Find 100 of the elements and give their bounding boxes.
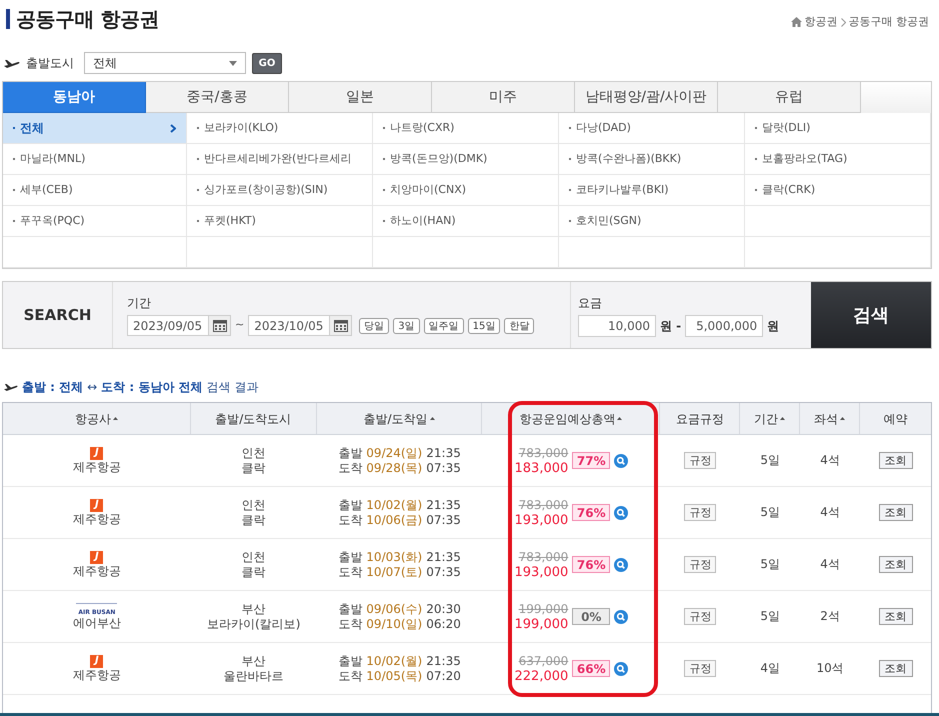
sale-price: 222,000 xyxy=(514,668,568,684)
search-button[interactable]: 검색 xyxy=(811,282,931,348)
column-header[interactable]: 출발/도착일 xyxy=(364,410,428,428)
breadcrumb-link[interactable]: 공동구매 항공권 xyxy=(848,14,929,30)
quick-range-button[interactable]: 일주일 xyxy=(424,318,464,334)
search-icon[interactable] xyxy=(614,558,628,572)
list-price: 199,000 xyxy=(518,600,568,616)
calendar-icon[interactable] xyxy=(334,319,348,332)
date-field[interactable]: 2023/10/05 xyxy=(248,315,352,336)
schedule-time: 21:35 xyxy=(426,498,461,512)
arrival-city: 보라카이(칼리보) xyxy=(207,616,300,632)
date-field[interactable]: 2023/09/05 xyxy=(127,315,231,336)
schedule-date: 10/02(월) xyxy=(366,498,422,512)
city-link[interactable]: 치앙마이(CNX) xyxy=(383,182,548,198)
region-tab[interactable]: 일본 xyxy=(289,82,432,113)
region-tab[interactable]: 유럽 xyxy=(718,82,861,113)
city-link[interactable]: 방콕(수완나폼)(BKK) xyxy=(569,150,734,168)
list-price: 783,000 xyxy=(518,496,568,512)
fare-rule-button[interactable]: 규정 xyxy=(684,608,716,625)
schedule-time: 21:35 xyxy=(426,550,461,564)
schedule-label: 출발 xyxy=(338,654,362,668)
city-link[interactable]: 보홀팡라오(TAG) xyxy=(755,150,920,168)
view-button[interactable]: 조회 xyxy=(878,556,913,573)
sort-icon[interactable] xyxy=(780,417,786,420)
city-link[interactable]: 세부(CEB) xyxy=(13,182,176,198)
search-icon[interactable] xyxy=(614,662,628,676)
results-filter: 도착 : 동남아 전체 xyxy=(101,379,203,396)
quick-range-button[interactable]: 당일 xyxy=(359,318,390,334)
airline-name: 제주항공 xyxy=(72,460,121,474)
airplane-icon xyxy=(4,383,18,391)
arrival-city: 클락 xyxy=(242,564,266,580)
city-link[interactable]: 달랏(DLI) xyxy=(755,120,920,136)
calendar-icon[interactable] xyxy=(212,319,226,332)
departure-select[interactable]: 전체 xyxy=(84,52,246,74)
arrival-city: 클락 xyxy=(242,460,266,476)
region-tab[interactable]: 동남아 xyxy=(3,82,146,113)
list-price: 783,000 xyxy=(518,444,568,460)
discount-badge: 66% xyxy=(572,660,610,677)
airline-logo: J xyxy=(90,654,104,668)
city-link[interactable]: 코타키나발루(BKI) xyxy=(569,182,734,198)
schedule-label: 도착 xyxy=(338,616,362,632)
schedule-label: 출발 xyxy=(338,550,362,564)
city-link[interactable]: 싱가포르(창이공항)(SIN) xyxy=(197,182,362,198)
sale-price: 193,000 xyxy=(514,564,568,580)
sort-icon[interactable] xyxy=(840,417,846,420)
column-header: 예약 xyxy=(884,410,908,428)
fare-rule-button[interactable]: 규정 xyxy=(684,660,716,677)
city-link[interactable]: 푸켓(HKT) xyxy=(197,212,362,230)
airline-name: 제주항공 xyxy=(72,668,121,682)
sort-icon[interactable] xyxy=(430,417,435,420)
quick-range-button[interactable]: 한달 xyxy=(504,318,534,334)
city-link[interactable]: 반다르세리베가완(반다르세리 xyxy=(197,150,362,168)
column-header[interactable]: 기간 xyxy=(754,410,778,428)
city-link[interactable]: 나트랑(CXR) xyxy=(383,120,548,136)
quick-range-button[interactable]: 3일 xyxy=(393,318,420,334)
schedule-time: 07:20 xyxy=(426,668,461,684)
column-header[interactable]: 항공사 xyxy=(74,410,111,428)
schedule-date: 09/24(일) xyxy=(366,446,422,460)
go-button[interactable]: GO xyxy=(252,52,282,74)
city-link[interactable]: 호치민(SGN) xyxy=(569,212,734,230)
fare-min-field[interactable]: 10,000 xyxy=(578,315,656,337)
city-link[interactable]: 다낭(DAD) xyxy=(569,120,734,136)
column-header[interactable]: 항공운임예상총액 xyxy=(519,410,616,428)
discount-badge: 77% xyxy=(572,452,610,469)
schedule-date: 09/10(일) xyxy=(366,616,422,632)
column-header[interactable]: 좌석 xyxy=(814,410,838,428)
region-tab[interactable]: 미주 xyxy=(432,82,575,113)
fare-max-field[interactable]: 5,000,000 xyxy=(685,315,764,337)
search-icon[interactable] xyxy=(614,610,628,624)
search-icon[interactable] xyxy=(614,454,628,468)
view-button[interactable]: 조회 xyxy=(878,660,913,677)
departure-city: 인천 xyxy=(242,550,266,564)
fare-rule-button[interactable]: 규정 xyxy=(684,504,716,521)
results-text: 검색 결과 xyxy=(206,379,258,396)
view-button[interactable]: 조회 xyxy=(878,608,913,625)
region-tab[interactable]: 남태평양/괌/사이판 xyxy=(575,82,718,113)
view-button[interactable]: 조회 xyxy=(878,504,913,521)
fare-rule-button[interactable]: 규정 xyxy=(684,452,716,469)
sort-icon[interactable] xyxy=(112,417,118,420)
city-link[interactable]: 클락(CRK) xyxy=(755,182,920,198)
city-link[interactable]: 하노이(HAN) xyxy=(383,212,548,230)
region-tab[interactable]: 중국/홍콩 xyxy=(146,82,289,113)
city-link[interactable]: 방콕(돈므앙)(DMK) xyxy=(383,150,548,168)
schedule-date: 10/05(목) xyxy=(366,668,422,684)
search-icon[interactable] xyxy=(614,506,628,520)
results-filter: 출발 : 전체 xyxy=(22,379,84,396)
fare-rule-button[interactable]: 규정 xyxy=(684,556,716,573)
city-link[interactable]: 푸꾸옥(PQC) xyxy=(13,212,176,230)
schedule-time: 20:30 xyxy=(426,602,461,616)
column-header: 출발/도착도시 xyxy=(215,410,292,428)
home-icon[interactable] xyxy=(790,17,802,28)
city-link[interactable]: 마닐라(MNL) xyxy=(13,150,176,168)
view-button[interactable]: 조회 xyxy=(878,452,913,469)
schedule-label: 도착 xyxy=(338,668,362,684)
sort-icon[interactable] xyxy=(617,417,622,420)
quick-range-button[interactable]: 15일 xyxy=(468,318,500,334)
range-separator: ~ xyxy=(235,317,244,334)
breadcrumb-link[interactable]: 항공권 xyxy=(804,14,838,30)
city-link[interactable]: 보라카이(KLO) xyxy=(197,120,362,136)
arrival-city: 울란바타르 xyxy=(224,668,284,684)
